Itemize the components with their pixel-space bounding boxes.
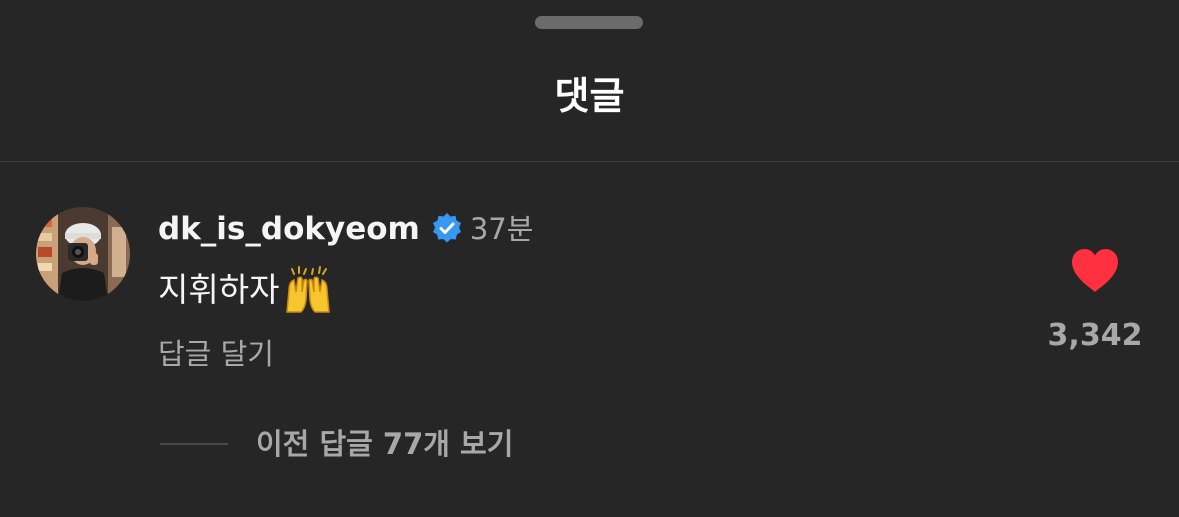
reply-button[interactable]: 답글 달기	[158, 334, 274, 374]
comments-sheet: 댓글 dk_is_dokyeom 37분 지휘하자 답글 달기 3,342 이전…	[0, 0, 1179, 517]
comment-timestamp: 37분	[469, 212, 534, 246]
comment-body: 지휘하자	[158, 266, 333, 314]
raised-hands-emoji-icon	[283, 266, 333, 314]
view-replies-label: 이전 답글 77개 보기	[256, 427, 514, 461]
avatar-photo-icon	[36, 207, 130, 301]
comment-header: dk_is_dokyeom 37분	[158, 208, 533, 250]
heart-icon[interactable]	[1069, 247, 1121, 295]
view-replies-button[interactable]: 이전 답글 77개 보기	[160, 422, 513, 466]
like-count: 3,342	[1047, 318, 1143, 353]
avatar[interactable]	[36, 207, 130, 301]
replies-divider-line	[160, 443, 228, 445]
sheet-drag-handle[interactable]	[535, 16, 643, 29]
comment-text: 지휘하자	[158, 270, 280, 309]
verified-badge-icon	[430, 212, 464, 246]
header-divider	[0, 161, 1179, 162]
page-title: 댓글	[554, 74, 625, 118]
username-link[interactable]: dk_is_dokyeom	[158, 209, 420, 249]
